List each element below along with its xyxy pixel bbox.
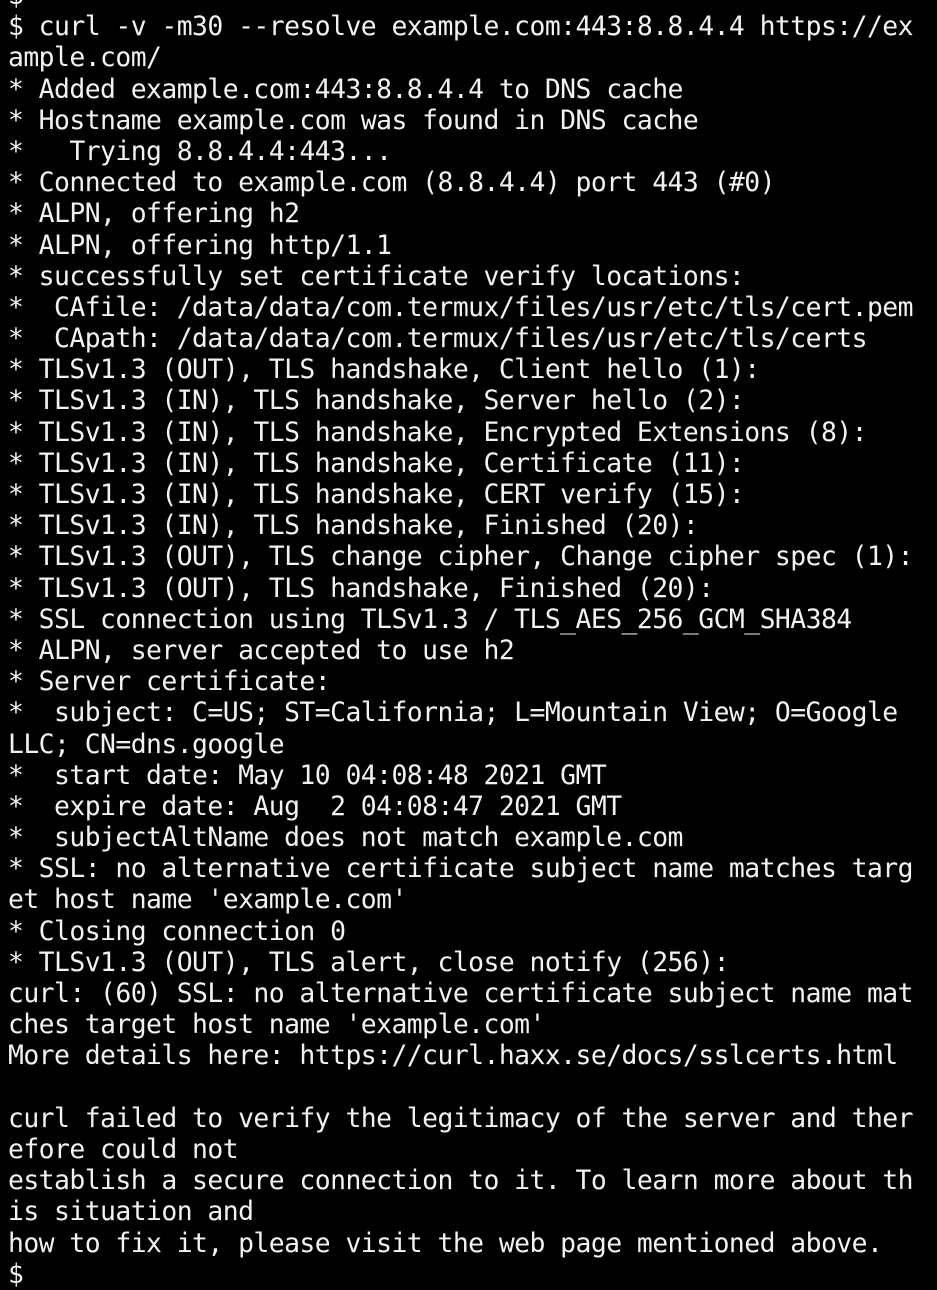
terminal-line: * CAfile: /data/data/com.termux/files/us… bbox=[8, 291, 914, 323]
terminal-line: * SSL connection using TLSv1.3 / TLS_AES… bbox=[8, 603, 852, 635]
terminal-line: ample.com/ bbox=[8, 42, 162, 74]
terminal-line: curl: (60) SSL: no alternative certifica… bbox=[8, 978, 914, 1009]
terminal-line: ches target host name 'example.com' bbox=[8, 1009, 545, 1041]
terminal-line: * subjectAltName does not match example.… bbox=[8, 822, 683, 854]
terminal-line: * TLSv1.3 (IN), TLS handshake, Encrypted… bbox=[8, 416, 868, 448]
terminal-line: LLC; CN=dns.google bbox=[8, 728, 285, 760]
terminal-output[interactable]: $$ curl -v -m30 --resolve example.com:44… bbox=[8, 0, 937, 1290]
terminal-line: $ curl -v -m30 --resolve example.com:443… bbox=[8, 11, 914, 43]
terminal-line: More details here: https://curl.haxx.se/… bbox=[8, 1040, 898, 1072]
terminal-line: * successfully set certificate verify lo… bbox=[8, 260, 745, 292]
terminal-line: * TLSv1.3 (OUT), TLS change cipher, Chan… bbox=[8, 541, 914, 573]
terminal-line: * Server certificate: bbox=[8, 666, 331, 698]
terminal-line: * start date: May 10 04:08:48 2021 GMT bbox=[8, 759, 607, 791]
terminal-line: et host name 'example.com' bbox=[8, 884, 407, 916]
terminal-line: * ALPN, offering http/1.1 bbox=[8, 229, 392, 261]
terminal-line: how to fix it, please visit the web page… bbox=[8, 1227, 883, 1259]
terminal-line: * TLSv1.3 (IN), TLS handshake, Server he… bbox=[8, 385, 745, 417]
terminal-line: $ bbox=[8, 0, 937, 11]
terminal-line: * Trying 8.8.4.4:443... bbox=[8, 135, 392, 167]
terminal-line: * expire date: Aug 2 04:08:47 2021 GMT bbox=[8, 790, 622, 822]
terminal-line: * SSL: no alternative certificate subjec… bbox=[8, 853, 914, 885]
terminal-line: establish a secure connection to it. To … bbox=[8, 1165, 914, 1197]
terminal-line: $ bbox=[8, 1258, 24, 1290]
terminal-line: * TLSv1.3 (OUT), TLS handshake, Finished… bbox=[8, 572, 714, 604]
terminal-line: efore could not bbox=[8, 1133, 239, 1165]
terminal-line: curl failed to verify the legitimacy of … bbox=[8, 1102, 914, 1134]
terminal-line: * Added example.com:443:8.8.4.4 to DNS c… bbox=[8, 73, 683, 105]
terminal-line: * Hostname example.com was found in DNS … bbox=[8, 104, 699, 136]
terminal-line: * TLSv1.3 (IN), TLS handshake, CERT veri… bbox=[8, 479, 745, 510]
terminal-line: * Closing connection 0 bbox=[8, 915, 346, 947]
terminal-line: * ALPN, offering h2 bbox=[8, 198, 300, 230]
terminal-line: * TLSv1.3 (IN), TLS handshake, Certifica… bbox=[8, 447, 745, 479]
terminal-line: * TLSv1.3 (OUT), TLS alert, close notify… bbox=[8, 946, 729, 978]
terminal-line: * CApath: /data/data/com.termux/files/us… bbox=[8, 323, 868, 355]
terminal-line: * Connected to example.com (8.8.4.4) por… bbox=[8, 167, 775, 199]
terminal-line: * TLSv1.3 (IN), TLS handshake, Finished … bbox=[8, 510, 699, 542]
terminal-line: is situation and bbox=[8, 1196, 254, 1228]
terminal-line: * TLSv1.3 (OUT), TLS handshake, Client h… bbox=[8, 354, 760, 386]
terminal-line: * subject: C=US; ST=California; L=Mounta… bbox=[8, 697, 898, 729]
terminal-line: * ALPN, server accepted to use h2 bbox=[8, 634, 515, 666]
